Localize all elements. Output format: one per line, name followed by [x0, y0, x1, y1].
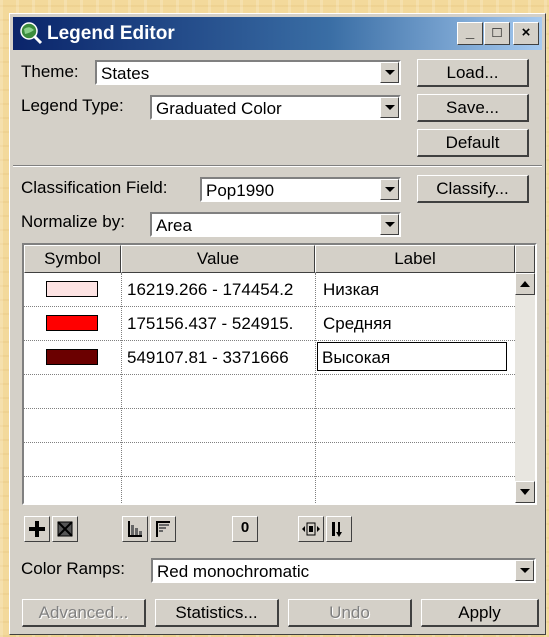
table-row[interactable]: 549107.81 - 3371666 Высокая: [24, 341, 515, 375]
chevron-down-icon[interactable]: [380, 179, 399, 200]
classification-field-label: Classification Field:: [21, 178, 168, 197]
ramp-up-button[interactable]: [122, 516, 148, 542]
add-class-button[interactable]: [24, 516, 50, 542]
ramp-down-button[interactable]: [150, 516, 176, 542]
load-button[interactable]: Load...: [417, 59, 529, 87]
label-cell[interactable]: Низкая: [323, 273, 513, 306]
default-button[interactable]: Default: [417, 129, 529, 157]
label-cell[interactable]: Средняя: [323, 307, 513, 340]
delete-class-button[interactable]: [52, 516, 78, 542]
legend-type-value: Graduated Color: [156, 99, 282, 118]
symbol-swatch[interactable]: [46, 281, 98, 297]
scroll-down-button[interactable]: [515, 481, 535, 503]
classify-button[interactable]: Classify...: [417, 175, 529, 203]
globe-magnifier-icon: [20, 22, 43, 45]
arrow-down-icon: [520, 489, 530, 495]
reverse-icon: [302, 522, 320, 536]
scroll-up-button[interactable]: [515, 273, 535, 295]
table-row[interactable]: [24, 409, 515, 443]
classification-field-value: Pop1990: [206, 181, 275, 200]
save-button[interactable]: Save...: [417, 94, 529, 122]
table-body: 16219.266 - 174454.2 Низкая 175156.437 -…: [24, 273, 515, 503]
theme-label: Theme:: [21, 62, 79, 81]
label-edit-field[interactable]: Высокая: [317, 342, 507, 371]
close-button[interactable]: ×: [513, 22, 539, 45]
table-row[interactable]: 175156.437 - 524915. Средняя: [24, 307, 515, 341]
table-row[interactable]: [24, 443, 515, 477]
symbol-swatch[interactable]: [46, 315, 98, 331]
arrow-up-icon: [520, 281, 530, 287]
maximize-button[interactable]: □: [484, 22, 510, 45]
add-class-icon: [29, 521, 45, 537]
normalize-label: Normalize by:: [21, 212, 125, 231]
chevron-down-icon[interactable]: [515, 560, 534, 581]
color-ramps-select[interactable]: Red monochromatic: [151, 558, 536, 583]
table-row[interactable]: 16219.266 - 174454.2 Низкая: [24, 273, 515, 307]
column-header-value[interactable]: Value: [121, 245, 315, 273]
color-ramps-value: Red monochromatic: [157, 562, 310, 581]
divider: [13, 165, 542, 167]
chevron-down-icon[interactable]: [380, 214, 399, 235]
legend-editor-window: Legend Editor _ □ × Theme: States Load..…: [9, 13, 546, 635]
legend-classes-table: Symbol Value Label 16219.266 - 174454.2 …: [22, 243, 537, 505]
sort-icon: [332, 522, 342, 537]
chevron-down-icon[interactable]: [380, 62, 399, 83]
null-value-button[interactable]: 0: [232, 516, 258, 542]
column-header-corner: [515, 245, 535, 273]
sort-button[interactable]: [326, 516, 352, 542]
column-header-symbol[interactable]: Symbol: [24, 245, 121, 273]
chevron-down-icon[interactable]: [380, 97, 399, 118]
value-cell[interactable]: 175156.437 - 524915.: [127, 307, 313, 340]
theme-select[interactable]: States: [95, 60, 401, 85]
table-row[interactable]: [24, 477, 515, 510]
title-bar[interactable]: Legend Editor _ □ ×: [13, 17, 542, 50]
apply-button[interactable]: Apply: [421, 599, 539, 627]
value-cell[interactable]: 549107.81 - 3371666: [127, 341, 313, 374]
legend-type-select[interactable]: Graduated Color: [150, 95, 401, 120]
null-value-icon: 0: [240, 519, 250, 536]
normalize-select[interactable]: Area: [150, 212, 401, 237]
statistics-button[interactable]: Statistics...: [155, 599, 279, 627]
symbol-swatch[interactable]: [46, 349, 98, 365]
legend-type-label: Legend Type:: [21, 96, 124, 115]
column-header-label[interactable]: Label: [315, 245, 515, 273]
ramp-down-icon: [156, 521, 170, 537]
vertical-scrollbar[interactable]: [515, 273, 535, 503]
classification-field-select[interactable]: Pop1990: [200, 177, 401, 202]
theme-value: States: [101, 64, 150, 83]
advanced-button[interactable]: Advanced...: [22, 599, 146, 627]
color-ramps-label: Color Ramps:: [21, 559, 125, 578]
undo-button[interactable]: Undo: [288, 599, 412, 627]
table-row[interactable]: [24, 375, 515, 409]
normalize-value: Area: [156, 216, 192, 235]
delete-class-icon: [57, 521, 73, 537]
value-cell[interactable]: 16219.266 - 174454.2: [127, 273, 313, 306]
minimize-button[interactable]: _: [457, 22, 483, 45]
ramp-up-icon: [128, 521, 142, 537]
window-title: Legend Editor: [47, 23, 175, 44]
reverse-button[interactable]: [298, 516, 324, 542]
